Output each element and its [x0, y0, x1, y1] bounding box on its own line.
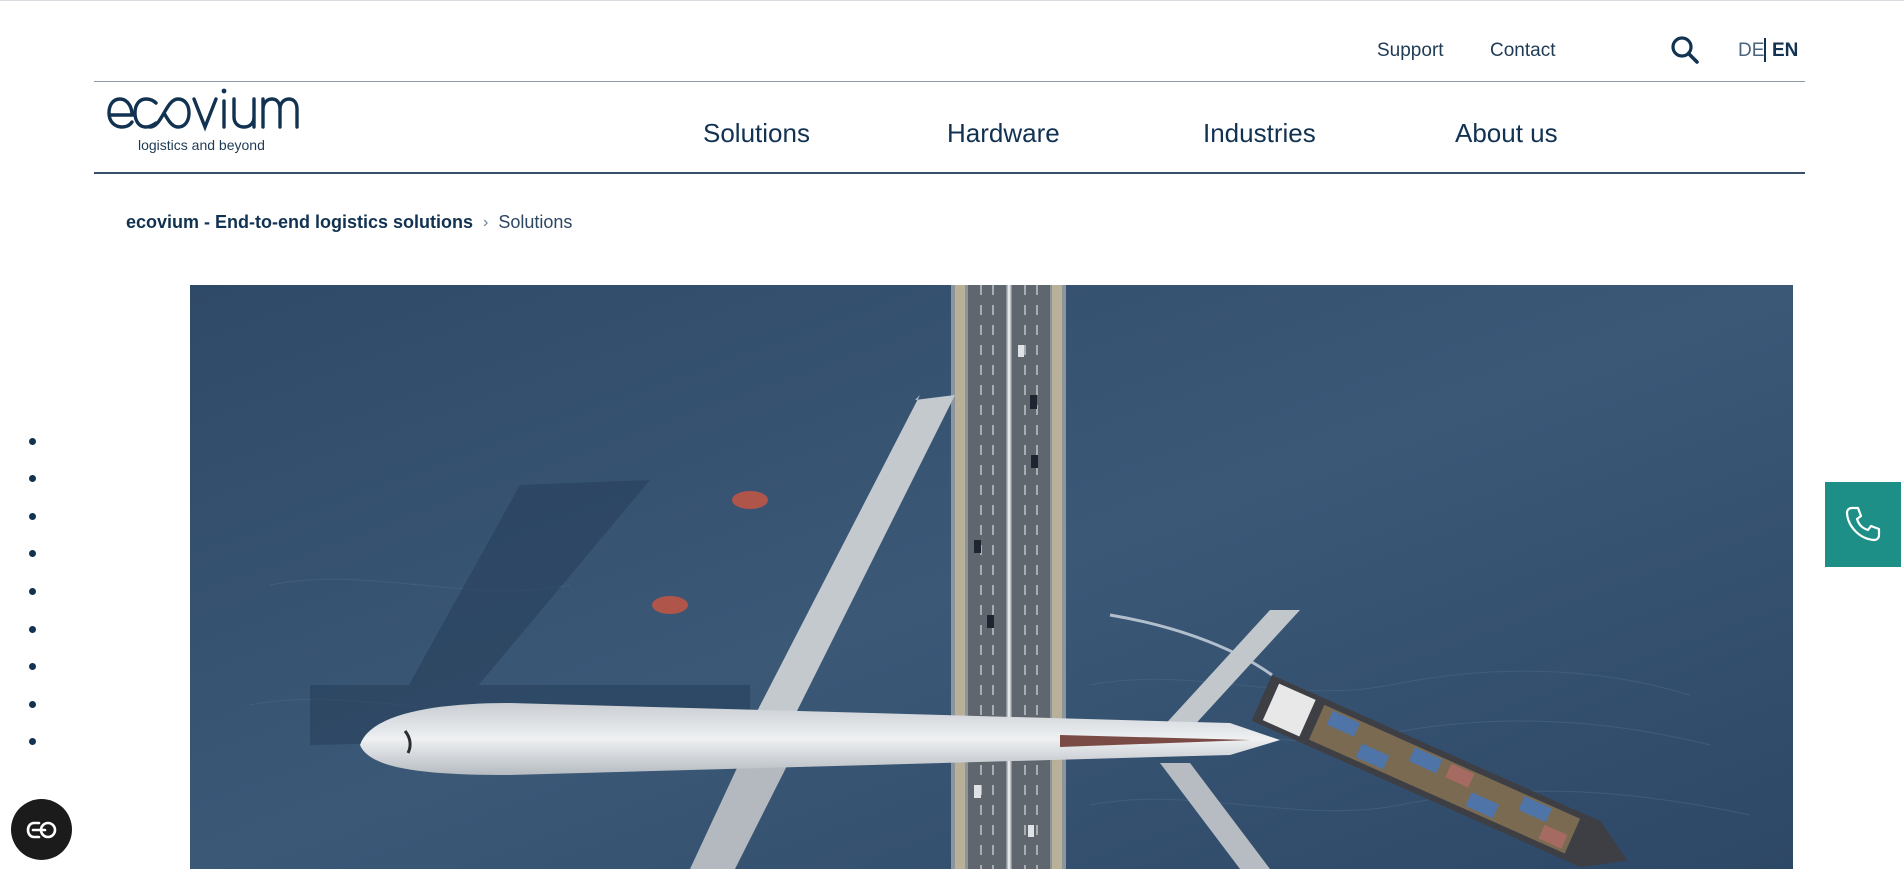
nav-solutions[interactable]: Solutions: [703, 118, 810, 149]
phone-contact-button[interactable]: [1825, 482, 1901, 567]
hero-image: [190, 285, 1793, 869]
header-divider-top: [94, 81, 1805, 82]
section-dot[interactable]: [29, 513, 36, 520]
support-link[interactable]: Support: [1377, 40, 1444, 62]
section-dot[interactable]: [29, 550, 36, 557]
section-dot[interactable]: [29, 701, 36, 708]
contact-link[interactable]: Contact: [1490, 40, 1555, 62]
logo-tagline: logistics and beyond: [138, 137, 265, 153]
accessibility-icon: [26, 821, 57, 839]
section-dot[interactable]: [29, 663, 36, 670]
header-divider-bottom: [94, 172, 1805, 174]
language-de[interactable]: DE: [1738, 40, 1764, 62]
nav-about-us[interactable]: About us: [1455, 118, 1558, 149]
chevron-right-icon: ›: [483, 213, 489, 231]
top-border: [0, 0, 1904, 1]
language-en[interactable]: EN: [1772, 40, 1798, 62]
section-dot[interactable]: [29, 438, 36, 445]
breadcrumb: ecovium - End-to-end logistics solutions…: [126, 212, 572, 233]
nav-hardware[interactable]: Hardware: [947, 118, 1060, 149]
section-dot[interactable]: [29, 738, 36, 745]
phone-icon: [1845, 506, 1881, 542]
section-dot[interactable]: [29, 626, 36, 633]
ecovium-logo-mark: [107, 88, 299, 132]
search-icon[interactable]: [1670, 35, 1700, 65]
breadcrumb-home-link[interactable]: ecovium - End-to-end logistics solutions: [126, 212, 473, 233]
nav-industries[interactable]: Industries: [1203, 118, 1316, 149]
section-dot[interactable]: [29, 475, 36, 482]
logo[interactable]: logistics and beyond: [106, 84, 306, 156]
breadcrumb-current: Solutions: [498, 212, 573, 232]
language-separator: [1764, 38, 1766, 62]
section-dot[interactable]: [29, 588, 36, 595]
accessibility-button[interactable]: [11, 799, 72, 860]
